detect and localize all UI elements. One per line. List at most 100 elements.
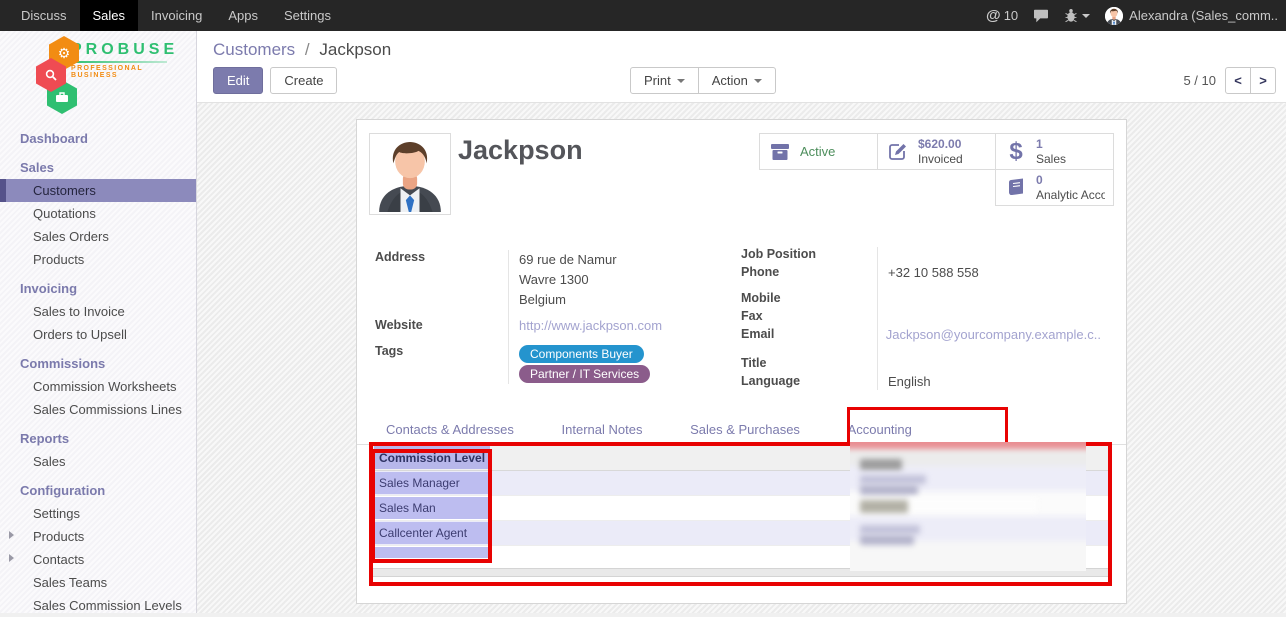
sidebar-header-invoicing[interactable]: Invoicing	[0, 277, 196, 300]
sidebar-header-reports[interactable]: Reports	[0, 427, 196, 450]
analytic-accounts-stat-button[interactable]: 0 Analytic Acco...	[995, 169, 1114, 206]
phone-value: +32 10 588 558	[877, 263, 1101, 285]
tag-components-buyer: Components Buyer	[519, 345, 644, 363]
mobile-label: Mobile	[741, 289, 877, 307]
top-menu-apps[interactable]: Apps	[215, 0, 271, 31]
sidebar-item-commission-worksheets[interactable]: Commission Worksheets	[0, 375, 196, 398]
top-navbar: Discuss Sales Invoicing Apps Settings @ …	[0, 0, 1286, 31]
sidebar-item-sales-to-invoice[interactable]: Sales to Invoice	[0, 300, 196, 323]
commission-row-sales-man[interactable]: Sales Man	[370, 496, 1111, 521]
sidebar-header-commissions[interactable]: Commissions	[0, 352, 196, 375]
sidebar-item-quotations[interactable]: Quotations	[0, 202, 196, 225]
stat-buttons: Active $620.00 Invoiced $ 1 Sales 0	[757, 134, 1114, 206]
brand-text: PROBUSE PROFESSIONAL BUSINESS	[71, 41, 181, 79]
sidebar-item-customers[interactable]: Customers	[0, 179, 196, 202]
sidebar-header-dashboard[interactable]: Dashboard	[0, 127, 196, 150]
sales-count: 1	[1036, 137, 1066, 151]
sidebar-item-label: Products	[33, 529, 84, 544]
tab-sales-purchases[interactable]: Sales & Purchases	[675, 416, 815, 444]
sidebar-item-config-contacts[interactable]: Contacts	[0, 548, 196, 571]
commission-table: Commission Level Sales Manager Sales Man…	[370, 445, 1111, 577]
title-value	[877, 354, 1101, 372]
top-menus: Discuss Sales Invoicing Apps Settings	[8, 0, 344, 31]
brand-name: PROBUSE	[71, 41, 181, 59]
sidebar-item-sales-commission-levels[interactable]: Sales Commission Levels	[0, 594, 196, 617]
sidebar-item-products[interactable]: Products	[0, 248, 196, 271]
email-link[interactable]: Jackpson@yourcompany.example.c..	[886, 327, 1101, 342]
sidebar-item-sales-commissions-lines[interactable]: Sales Commissions Lines	[0, 398, 196, 421]
commission-table-header: Commission Level	[370, 445, 1111, 471]
job-position-label: Job Position	[741, 245, 877, 263]
user-menu[interactable]: Alexandra (Sales_comm..	[1105, 7, 1278, 25]
active-stat-button[interactable]: Active	[759, 133, 878, 170]
edit-button[interactable]: Edit	[213, 67, 263, 94]
analytic-count: 0	[1036, 173, 1105, 187]
fax-label: Fax	[741, 307, 877, 325]
top-menu-invoicing[interactable]: Invoicing	[138, 0, 215, 31]
dollar-icon: $	[1004, 140, 1028, 164]
address-line-3: Belgium	[519, 290, 709, 310]
user-avatar	[1105, 7, 1123, 25]
brand-logo: ⚙ PROBUSE PROFESSIONAL BUSINESS	[0, 31, 196, 119]
top-menu-settings[interactable]: Settings	[271, 0, 344, 31]
commission-level-cell: Callcenter Agent	[374, 522, 490, 544]
active-status-label: Active	[800, 144, 835, 160]
sidebar-item-orders-to-upsell[interactable]: Orders to Upsell	[0, 323, 196, 346]
sidebar-item-sales-teams[interactable]: Sales Teams	[0, 571, 196, 594]
messages-icon[interactable]	[1033, 9, 1049, 23]
analytic-label: Analytic Acco...	[1036, 188, 1105, 202]
brand-tagline: PROFESSIONAL BUSINESS	[71, 65, 181, 79]
archive-icon	[768, 142, 792, 162]
tab-internal-notes[interactable]: Internal Notes	[547, 416, 658, 444]
sidebar-item-settings[interactable]: Settings	[0, 502, 196, 525]
fax-value	[877, 307, 1101, 325]
sidebar-item-label: Contacts	[33, 552, 84, 567]
caret-down-icon	[754, 79, 762, 83]
commission-level-cell: Sales Manager	[374, 472, 490, 494]
pager-next-button[interactable]: >	[1250, 67, 1276, 94]
sidebar-header-configuration[interactable]: Configuration	[0, 479, 196, 502]
tab-accounting[interactable]: Accounting	[833, 416, 927, 444]
debug-caret-icon	[1082, 14, 1090, 18]
phone-label: Phone	[741, 263, 877, 285]
top-menu-sales[interactable]: Sales	[80, 0, 139, 31]
debug-bug-icon[interactable]	[1064, 8, 1090, 23]
print-dropdown-button[interactable]: Print	[630, 67, 699, 94]
commission-level-cell: Sales Man	[374, 497, 490, 519]
commission-level-header-cell: Commission Level	[374, 446, 490, 469]
commission-row-sales-manager[interactable]: Sales Manager	[370, 471, 1111, 496]
sales-stat-button[interactable]: $ 1 Sales	[995, 133, 1114, 170]
website-link[interactable]: http://www.jackpson.com	[519, 318, 662, 333]
control-panel: Customers / Jackpson Edit Create Print A…	[197, 31, 1286, 103]
top-menu-discuss[interactable]: Discuss	[8, 0, 80, 31]
mention-icon: @	[986, 7, 1001, 24]
commission-row-callcenter-agent[interactable]: Callcenter Agent	[370, 521, 1111, 546]
tab-contacts-addresses[interactable]: Contacts & Addresses	[371, 416, 529, 444]
caret-down-icon	[677, 79, 685, 83]
mentions-button[interactable]: @ 10	[986, 7, 1018, 24]
breadcrumb-customers-link[interactable]: Customers	[213, 40, 295, 59]
right-field-group: Job Position Phone +32 10 588 558 Mobile…	[741, 245, 1101, 392]
sidebar-header-sales[interactable]: Sales	[0, 156, 196, 179]
sidebar-item-reports-sales[interactable]: Sales	[0, 450, 196, 473]
language-label: Language	[741, 372, 877, 392]
user-name: Alexandra (Sales_comm..	[1129, 8, 1278, 23]
print-action-group: Print Action	[630, 67, 776, 94]
sales-label: Sales	[1036, 152, 1066, 166]
mention-count: 10	[1004, 8, 1018, 23]
left-field-group: Address 69 rue de Namur Wavre 1300 Belgi…	[375, 248, 709, 386]
action-dropdown-button[interactable]: Action	[698, 67, 776, 94]
sidebar-item-sales-orders[interactable]: Sales Orders	[0, 225, 196, 248]
sidebar: ⚙ PROBUSE PROFESSIONAL BUSINESS Dashboar…	[0, 31, 197, 613]
expand-caret-icon	[9, 531, 14, 539]
expand-caret-icon	[9, 554, 14, 562]
create-button[interactable]: Create	[270, 67, 337, 94]
email-label: Email	[741, 325, 875, 351]
book-icon	[1004, 178, 1028, 198]
tags-label: Tags	[375, 342, 508, 386]
sidebar-item-config-products[interactable]: Products	[0, 525, 196, 548]
action-label: Action	[712, 73, 748, 88]
invoiced-stat-button[interactable]: $620.00 Invoiced	[877, 133, 996, 170]
pager-previous-button[interactable]: <	[1225, 67, 1251, 94]
job-position-value	[877, 245, 1101, 263]
